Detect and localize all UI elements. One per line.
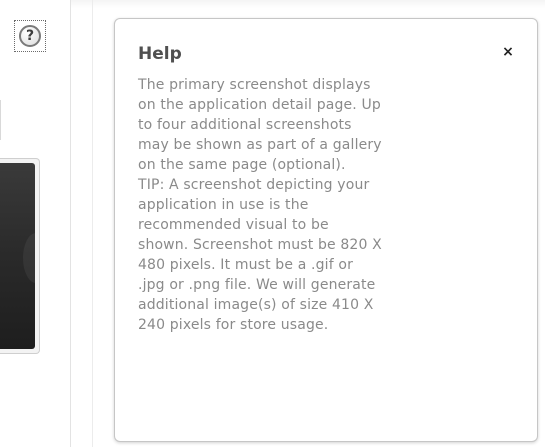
help-body-line: 240 pixels for store usage. [138,317,329,333]
left-edge-line [0,100,1,140]
help-body-line: on the application detail page. Up [138,97,381,113]
question-mark-icon: ? [19,25,41,47]
help-body-line: TIP: A screenshot depicting your [138,177,370,193]
help-popup-header: Help × [138,43,519,73]
screenshot-preview-image [0,163,35,349]
help-body-line: 480 pixels. It must be a .gif or [138,257,354,273]
pane-divider [70,0,71,447]
help-body-line: recommended visual to be [138,217,329,233]
top-rule [0,0,545,8]
help-body-line: application in use is the [138,197,309,213]
help-body-line: additional image(s) of size 410 X [138,297,374,313]
screenshot-preview-frame [0,158,40,354]
help-body-line: on the same page (optional). [138,157,346,173]
help-trigger-button[interactable]: ? [14,20,46,52]
help-body-line: The primary screenshot displays [138,77,371,93]
help-body-line: may be shown as part of a gallery [138,137,382,153]
help-popup: Help × The primary screenshot displays o… [114,18,538,442]
help-body-line: .jpg or .png file. We will generate [138,277,376,293]
close-icon[interactable]: × [501,43,515,61]
help-title: Help [138,44,182,64]
help-body-text: The primary screenshot displays on the a… [138,75,519,335]
left-pane: ? [0,0,70,447]
help-body-line: shown. Screenshot must be 820 X [138,237,382,253]
pane-divider-secondary [92,0,93,447]
help-body-line: to four additional screenshots [138,117,352,133]
